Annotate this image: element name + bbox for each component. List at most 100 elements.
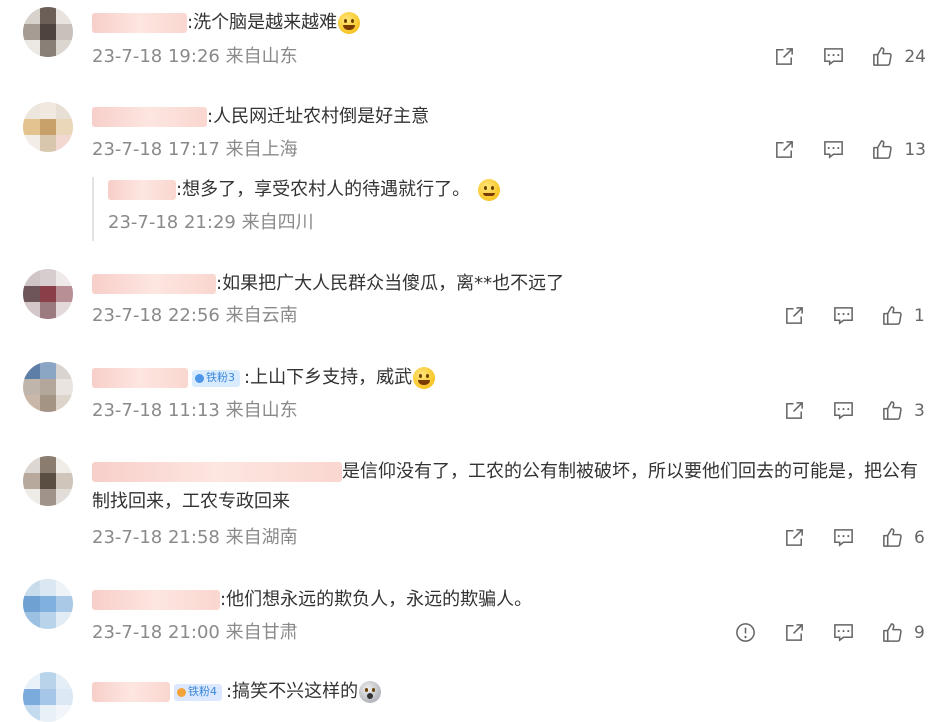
smile-emoji-icon <box>478 179 501 201</box>
comment-icon <box>834 402 853 420</box>
comment-text-line: 是信仰没有了，工农的公有制被破坏，所以要他们回去的可能是，把公有制找回来，工农专… <box>92 457 921 517</box>
fan-badge[interactable]: 铁粉4 <box>174 683 222 701</box>
username[interactable] <box>92 13 187 33</box>
comment-text: 他们想永远的欺负人，永远的欺骗人。 <box>226 589 533 610</box>
comment-actions: 1 <box>757 304 926 327</box>
comment-icon <box>834 307 853 325</box>
share-button[interactable] <box>773 138 796 161</box>
comment-location: 来自山东 <box>225 400 298 421</box>
reply-text: 想多了，享受农村人的待遇就行了。 <box>182 179 471 200</box>
username[interactable] <box>92 682 170 702</box>
comment-time: 23-7-18 21:00 <box>92 622 220 643</box>
thumbs-up-icon <box>873 47 893 66</box>
reply-location: 来自四川 <box>241 212 314 233</box>
share-button[interactable] <box>773 45 796 68</box>
like-button[interactable]: 13 <box>871 138 926 161</box>
comment-time: 23-7-18 21:58 <box>92 527 220 548</box>
thumbs-up-icon <box>883 306 902 325</box>
like-count: 9 <box>914 622 925 643</box>
comment-text-line: :人民网迁址农村倒是好主意 <box>92 104 921 130</box>
reply-text-line: :想多了，享受农村人的待遇就行了。 <box>108 177 501 203</box>
like-button[interactable]: 1 <box>881 304 926 327</box>
comment-button[interactable] <box>832 526 855 549</box>
comment-meta: 23-7-18 17:17 来自上海 <box>92 138 298 162</box>
grin-emoji-icon <box>338 12 361 34</box>
report-icon <box>736 623 755 642</box>
diamond-icon <box>195 373 204 383</box>
comment-meta: 23-7-18 19:26 来自山东 <box>92 45 298 69</box>
avatar[interactable] <box>23 672 73 722</box>
fan-badge[interactable]: 铁粉3 <box>192 369 240 387</box>
comment-item: :洗个脑是越来越难 23-7-18 19:26 来自山东 24 <box>0 0 941 90</box>
comment-meta: 23-7-18 22:56 来自云南 <box>92 304 298 328</box>
username[interactable] <box>92 590 220 610</box>
like-button[interactable]: 9 <box>881 621 926 644</box>
reply-meta: 23-7-18 21:29 来自四川 <box>108 211 500 235</box>
comment-icon <box>824 141 844 159</box>
thumbs-up-icon <box>883 528 902 547</box>
thumbs-up-icon <box>883 623 902 642</box>
like-count: 3 <box>914 400 925 421</box>
reply-time: 23-7-18 21:29 <box>108 212 236 233</box>
share-icon <box>786 624 803 641</box>
reply-item: :想多了，享受农村人的待遇就行了。 23-7-18 21:29 来自四川 <box>92 177 501 241</box>
share-icon <box>776 141 794 158</box>
share-icon <box>776 48 794 65</box>
crown-icon <box>177 687 186 697</box>
report-button[interactable] <box>734 621 757 644</box>
fan-badge-label: 铁粉4 <box>188 685 217 698</box>
comment-meta: 23-7-18 21:00 来自甘肃 <box>92 621 298 645</box>
share-icon <box>786 307 803 324</box>
cheer-emoji-icon <box>413 367 436 389</box>
comment-location: 来自云南 <box>225 305 298 326</box>
comment-icon <box>834 529 853 547</box>
comment-button[interactable] <box>832 304 855 327</box>
comment-text-line: :如果把广大人民群众当傻瓜，离**也不远了 <box>92 271 921 297</box>
comment-time: 23-7-18 22:56 <box>92 305 220 326</box>
avatar[interactable] <box>23 269 73 319</box>
avatar[interactable] <box>23 579 73 629</box>
avatar[interactable] <box>23 456 73 506</box>
comment-actions: 13 <box>747 138 926 161</box>
comment-text: 搞笑不兴这样的 <box>232 681 359 702</box>
comment-icon <box>824 48 844 66</box>
username[interactable] <box>92 368 188 388</box>
comment-button[interactable] <box>832 621 855 644</box>
like-button[interactable]: 3 <box>881 399 926 422</box>
username[interactable] <box>92 274 216 294</box>
username[interactable] <box>108 180 176 200</box>
username[interactable] <box>92 107 207 127</box>
like-button[interactable]: 6 <box>881 526 926 549</box>
like-count: 1 <box>914 305 925 326</box>
share-button[interactable] <box>783 304 806 327</box>
comment-time: 23-7-18 19:26 <box>92 46 220 67</box>
share-icon <box>786 402 803 419</box>
avatar[interactable] <box>23 102 73 152</box>
share-button[interactable] <box>783 621 806 644</box>
like-count: 13 <box>904 139 926 160</box>
comment-item: 铁粉3:上山下乡支持，威武 23-7-18 11:13 来自山东 3 <box>0 357 941 447</box>
comment-item: :他们想永远的欺负人，永远的欺骗人。 23-7-18 21:00 来自甘肃 9 <box>0 575 941 655</box>
comment-text: 洗个脑是越来越难 <box>193 12 338 33</box>
share-button[interactable] <box>783 399 806 422</box>
share-button[interactable] <box>783 526 806 549</box>
thumbs-up-icon <box>873 140 893 159</box>
comment-text: 上山下乡支持，威武 <box>250 367 413 388</box>
comment-text-line: 铁粉4:搞笑不兴这样的 <box>92 679 921 705</box>
username[interactable] <box>92 462 342 482</box>
comment-location: 来自甘肃 <box>225 622 298 643</box>
avatar[interactable] <box>23 362 73 412</box>
comment-actions: 9 <box>708 621 926 644</box>
comment-item: :如果把广大人民群众当傻瓜，离**也不远了 23-7-18 22:56 来自云南… <box>0 262 941 352</box>
avatar[interactable] <box>23 7 73 57</box>
comment-actions: 6 <box>757 526 926 549</box>
like-button[interactable]: 24 <box>871 45 926 68</box>
comment-button[interactable] <box>822 138 845 161</box>
comment-icon <box>834 624 853 642</box>
comment-button[interactable] <box>832 399 855 422</box>
comment-text-line: 铁粉3:上山下乡支持，威武 <box>92 365 921 391</box>
comment-item: :人民网迁址农村倒是好主意 23-7-18 17:17 来自上海 13 :想多了… <box>0 95 941 245</box>
comment-button[interactable] <box>822 45 845 68</box>
fan-badge-label: 铁粉3 <box>206 371 235 384</box>
comment-text: 如果把广大人民群众当傻瓜，离**也不远了 <box>222 273 565 294</box>
